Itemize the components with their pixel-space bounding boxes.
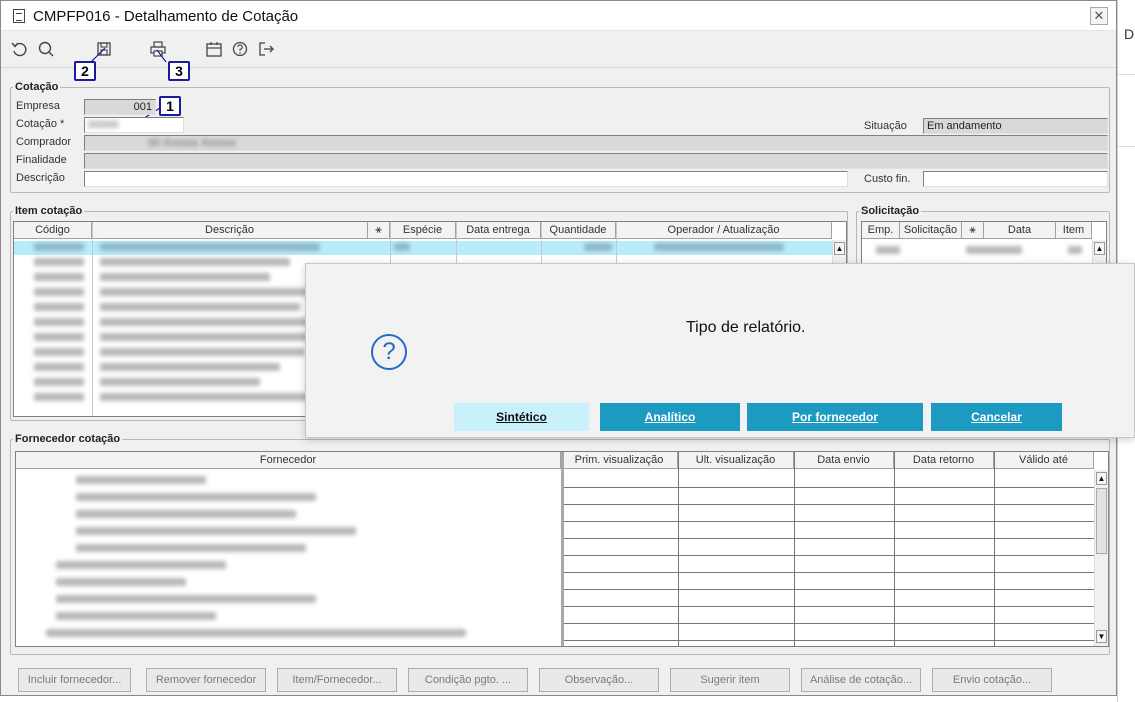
comprador-label: Comprador bbox=[16, 136, 72, 148]
sintetico-button[interactable]: Sintético bbox=[454, 403, 589, 431]
report-type-dialog: ? Tipo de relatório. Sintético Analítico… bbox=[305, 263, 1135, 438]
col-codigo[interactable]: Código bbox=[14, 222, 92, 239]
col-item[interactable]: Item bbox=[1056, 222, 1092, 239]
col-fornecedor[interactable]: Fornecedor bbox=[16, 452, 561, 469]
fornecedor-legend: Fornecedor cotação bbox=[15, 433, 121, 445]
por-fornecedor-button[interactable]: Por fornecedor bbox=[747, 403, 923, 431]
table-row[interactable] bbox=[16, 471, 1094, 488]
analise-cotacao-button[interactable]: Análise de cotação... bbox=[801, 668, 921, 692]
divider bbox=[1118, 146, 1135, 147]
cancelar-button[interactable]: Cancelar bbox=[931, 403, 1062, 431]
col-solicitacao[interactable]: Solicitação bbox=[900, 222, 962, 239]
col-especie[interactable]: Espécie bbox=[390, 222, 456, 239]
col-operador[interactable]: Operador / Atualização bbox=[616, 222, 832, 239]
question-icon: ? bbox=[371, 334, 407, 370]
callout-1: 1 bbox=[159, 96, 181, 116]
solicitacao-legend: Solicitação bbox=[861, 205, 920, 217]
descricao-label: Descrição bbox=[16, 172, 65, 184]
col-sort-icon[interactable]: ⚹ bbox=[962, 222, 984, 239]
finalidade-label: Finalidade bbox=[16, 154, 67, 166]
situacao-label: Situação bbox=[864, 120, 907, 132]
cotacao-legend: Cotação bbox=[15, 81, 59, 93]
callout-2: 2 bbox=[74, 61, 96, 81]
situacao-field: Em andamento bbox=[923, 118, 1108, 134]
scroll-up-arrow[interactable]: ▲ bbox=[1096, 472, 1107, 485]
fornecedor-scrollbar[interactable]: ▲ ▼ bbox=[1094, 470, 1108, 646]
table-row[interactable] bbox=[14, 241, 830, 255]
item-fornecedor-button[interactable]: Item/Fornecedor... bbox=[277, 668, 397, 692]
fornecedor-grid-header: Fornecedor Prim. visualização Ult. visua… bbox=[16, 452, 1094, 469]
analitico-button[interactable]: Analítico bbox=[600, 403, 740, 431]
finalidade-field bbox=[84, 153, 1108, 169]
toolbar: 2 3 bbox=[1, 32, 1116, 129]
app-icon bbox=[13, 9, 25, 23]
col-data-retorno[interactable]: Data retorno bbox=[894, 452, 994, 469]
custo-field[interactable] bbox=[923, 171, 1108, 187]
background-window-text: D bbox=[1124, 26, 1135, 42]
col-emp[interactable]: Emp. bbox=[862, 222, 900, 239]
scroll-thumb[interactable] bbox=[1096, 488, 1107, 554]
solicitacao-grid-header: Emp. Solicitação ⚹ Data Item bbox=[862, 222, 1092, 239]
scroll-up-arrow[interactable]: ▲ bbox=[834, 242, 845, 255]
table-row[interactable] bbox=[16, 607, 1094, 624]
item-cotacao-legend: Item cotação bbox=[15, 205, 83, 217]
empresa-label: Empresa bbox=[16, 100, 61, 112]
col-data-entrega[interactable]: Data entrega bbox=[456, 222, 541, 239]
incluir-fornecedor-button[interactable]: Incluir fornecedor... bbox=[18, 668, 131, 692]
table-row[interactable] bbox=[16, 590, 1094, 607]
col-quantidade[interactable]: Quantidade bbox=[541, 222, 616, 239]
scroll-down-arrow[interactable]: ▼ bbox=[1096, 630, 1107, 643]
descricao-field[interactable] bbox=[84, 171, 848, 187]
condicao-pgto-button[interactable]: Condição pgto. ... bbox=[408, 668, 528, 692]
col-sort-icon[interactable]: ⚹ bbox=[368, 222, 390, 239]
divider bbox=[1118, 74, 1135, 75]
col-descricao[interactable]: Descrição bbox=[92, 222, 368, 239]
item-grid-header: Código Descrição ⚹ Espécie Data entrega … bbox=[14, 222, 832, 239]
table-row[interactable] bbox=[16, 573, 1094, 590]
col-data-envio[interactable]: Data envio bbox=[794, 452, 894, 469]
empresa-field[interactable]: 001 bbox=[84, 99, 156, 115]
cotacao-label: Cotação * bbox=[16, 118, 65, 130]
col-data[interactable]: Data bbox=[984, 222, 1056, 239]
callout-3: 3 bbox=[168, 61, 190, 81]
table-row[interactable] bbox=[16, 522, 1094, 539]
title-bar: CMPFP016 - Detalhamento de Cotação ✕ bbox=[1, 1, 1116, 31]
col-prim-visualizacao[interactable]: Prim. visualização bbox=[561, 452, 678, 469]
table-row[interactable] bbox=[16, 505, 1094, 522]
remover-fornecedor-button[interactable]: Remover fornecedor bbox=[146, 668, 266, 692]
table-row[interactable] bbox=[16, 556, 1094, 573]
fornecedor-grid[interactable]: Fornecedor Prim. visualização Ult. visua… bbox=[15, 451, 1109, 647]
dialog-message: Tipo de relatório. bbox=[686, 319, 806, 336]
cotacao-field[interactable]: 00000 bbox=[84, 117, 184, 133]
table-row[interactable] bbox=[16, 539, 1094, 556]
window-title: CMPFP016 - Detalhamento de Cotação bbox=[33, 8, 299, 25]
col-valido-ate[interactable]: Válido até bbox=[994, 452, 1094, 469]
table-row[interactable] bbox=[16, 624, 1094, 641]
col-ult-visualizacao[interactable]: Ult. visualização bbox=[678, 452, 794, 469]
table-row[interactable] bbox=[16, 488, 1094, 505]
observacao-button[interactable]: Observação... bbox=[539, 668, 659, 692]
scroll-up-arrow[interactable]: ▲ bbox=[1094, 242, 1105, 255]
sugerir-item-button[interactable]: Sugerir item bbox=[670, 668, 790, 692]
close-button[interactable]: ✕ bbox=[1090, 7, 1108, 25]
custo-label: Custo fin. bbox=[864, 173, 911, 185]
envio-cotacao-button[interactable]: Envio cotação... bbox=[932, 668, 1052, 692]
comprador-field: 00 Xxxxxx Xxxxxx bbox=[84, 135, 1108, 151]
